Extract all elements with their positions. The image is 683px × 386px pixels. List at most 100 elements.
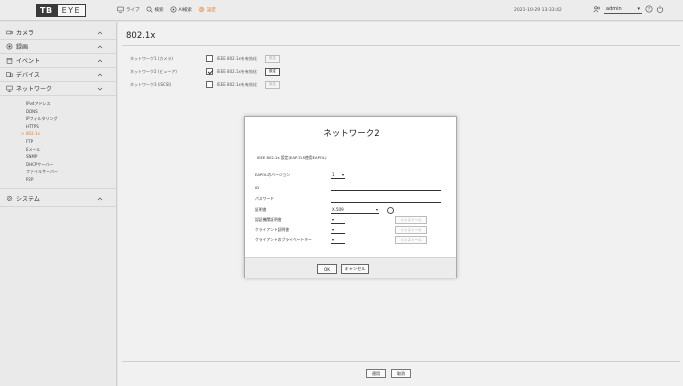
nav-ai-search[interactable]: AI検索	[170, 6, 192, 13]
sidebar-menu-system[interactable]: システム	[0, 191, 116, 207]
power-icon[interactable]	[656, 5, 664, 13]
network-icon	[6, 85, 13, 92]
sidebar-menu-label: 録画	[16, 44, 29, 51]
client-key-label: クライアントのプライベートキー	[255, 237, 312, 242]
network1-enable-checkbox[interactable]	[206, 55, 213, 62]
chevron-up-icon	[97, 73, 103, 77]
network1-row: ネットワーク1 (カメラ) IEEE 802.1xを有効化 設定	[130, 54, 280, 63]
user-select[interactable]: admin ▾	[604, 4, 642, 14]
search-icon	[146, 6, 152, 13]
sidebar-item-p2p[interactable]: P2P	[26, 176, 116, 184]
page-title: 802.1x	[126, 31, 156, 41]
device-icon	[6, 72, 13, 77]
sidebar-menu-network[interactable]: ネットワーク	[0, 82, 116, 96]
chevron-up-icon	[97, 197, 103, 200]
nav-settings[interactable]: 設定	[198, 6, 216, 13]
network2-checkbox-label: IEEE 802.1xを有効化	[217, 68, 257, 74]
dialog-description: IEEE 802.1x 設定(EAP-TLS使用EAPOL)	[257, 155, 327, 160]
divider	[122, 361, 680, 362]
client-cert-install-button[interactable]: インストール	[395, 226, 427, 234]
gear-icon	[198, 6, 205, 13]
certificate-label: 証明書	[255, 207, 267, 212]
chevron-down-icon: ▾	[332, 227, 335, 232]
password-label: パスワード	[255, 196, 274, 201]
users-icon[interactable]	[593, 5, 601, 13]
network-submenu: IPv4アドレス DDNS IPフィルタリング HTTPS 802.1x FTP…	[0, 96, 116, 189]
network2-enable-checkbox[interactable]	[206, 68, 213, 75]
network3-settings-button[interactable]: 設定	[265, 80, 280, 89]
eapol-version-row: EAPOLのバージョン 1 ▾	[255, 171, 345, 179]
sidebar-menu-label: システム	[16, 195, 40, 203]
sidebar-item-file-server[interactable]: ファイルサーバー	[26, 168, 116, 176]
info-icon[interactable]	[387, 206, 394, 214]
chevron-up-icon	[97, 45, 103, 49]
sidebar-menu-label: イベント	[16, 58, 41, 65]
sidebar-item-ipv4[interactable]: IPv4アドレス	[26, 100, 116, 108]
id-row: ID	[255, 183, 441, 191]
chevron-down-icon: ▾	[375, 207, 378, 212]
sidebar-item-ftp[interactable]: FTP	[26, 138, 116, 146]
nav-live[interactable]: ライブ	[117, 6, 140, 13]
client-cert-row: クライアント証明書 ▾ インストール	[255, 226, 427, 234]
password-row: パスワード	[255, 195, 441, 203]
chevron-down-icon	[97, 87, 103, 91]
nav-search-label: 検索	[154, 7, 164, 13]
logo-tb: TB	[36, 4, 57, 17]
network2-row: ネットワーク2 (ビューア) IEEE 802.1xを有効化 設定	[130, 67, 280, 76]
dialog-cancel-button[interactable]: キャンセル	[341, 264, 369, 274]
eapol-version-label: EAPOLのバージョン	[255, 172, 291, 177]
sidebar-menu-label: デバイス	[16, 72, 40, 79]
network1-label: ネットワーク1 (カメラ)	[130, 55, 173, 61]
nav-settings-label: 設定	[206, 7, 216, 13]
client-key-row: クライアントのプライベートキー ▾ インストール	[255, 236, 427, 244]
dialog-ok-button[interactable]: OK	[317, 264, 337, 274]
sidebar-menu-label: カメラ	[16, 30, 35, 37]
sidebar-menu-record[interactable]: 録画	[0, 40, 116, 54]
network2-settings-button[interactable]: 設定	[265, 67, 280, 76]
logo-eye: EYE	[56, 4, 87, 17]
sidebar-menu-camera[interactable]: カメラ	[0, 26, 116, 40]
sidebar-item-email[interactable]: Eメール	[26, 146, 116, 154]
footer-buttons: 適用 取消	[366, 369, 411, 378]
client-cert-select[interactable]: ▾	[331, 227, 345, 234]
network2-label: ネットワーク2 (ビューア)	[130, 68, 177, 74]
certificate-select[interactable]: X.509 ▾	[331, 207, 379, 214]
network1-settings-button[interactable]: 設定	[265, 54, 280, 63]
cancel-button[interactable]: 取消	[391, 369, 411, 378]
sidebar-menu-event[interactable]: イベント	[0, 54, 116, 68]
certificate-row: 証明書 X.509 ▾	[255, 206, 394, 214]
logo: TB EYE	[36, 4, 87, 17]
apply-button[interactable]: 適用	[366, 369, 386, 378]
client-key-select[interactable]: ▾	[331, 237, 345, 244]
sidebar-item-8021x[interactable]: 802.1x	[21, 130, 116, 138]
chevron-up-icon	[97, 31, 103, 35]
sidebar-item-ip-filtering[interactable]: IPフィルタリング	[26, 115, 116, 123]
user-area: admin ▾ ?	[593, 4, 664, 14]
sidebar-item-snmp[interactable]: SNMP	[26, 153, 116, 161]
sidebar-item-https[interactable]: HTTPS	[26, 123, 116, 131]
event-icon	[6, 58, 13, 64]
chevron-down-icon: ▾	[341, 172, 344, 177]
network1-checkbox-label: IEEE 802.1xを有効化	[217, 55, 257, 61]
chevron-up-icon	[97, 59, 103, 63]
password-input[interactable]	[331, 196, 441, 203]
top-bar: TB EYE ライブ 検索 AI検索 設定 2021-10-29 13:33:4…	[0, 0, 683, 21]
id-input[interactable]	[331, 184, 441, 191]
eapol-version-value: 1	[332, 172, 335, 177]
nav-search[interactable]: 検索	[146, 6, 164, 13]
camera-icon	[6, 30, 13, 35]
certificate-value: X.509	[332, 207, 344, 212]
client-key-install-button[interactable]: インストール	[395, 236, 427, 244]
network3-enable-checkbox[interactable]	[206, 81, 213, 88]
ca-cert-select[interactable]: ▾	[331, 217, 345, 224]
sidebar: カメラ 録画 イベント デバイス ネットワーク IPv4アドレス DDNS IP…	[0, 22, 117, 386]
help-icon[interactable]: ?	[645, 5, 653, 13]
sidebar-item-ddns[interactable]: DDNS	[26, 108, 116, 116]
ca-cert-install-button[interactable]: インストール	[395, 216, 427, 224]
datetime: 2021-10-29 13:33:42	[514, 8, 562, 13]
network3-checkbox-label: IEEE 802.1xを有効化	[217, 81, 257, 87]
user-name: admin	[606, 5, 622, 12]
sidebar-menu-device[interactable]: デバイス	[0, 68, 116, 82]
sidebar-item-dhcp-server[interactable]: DHCPサーバー	[26, 161, 116, 169]
eapol-version-select[interactable]: 1 ▾	[331, 172, 345, 179]
